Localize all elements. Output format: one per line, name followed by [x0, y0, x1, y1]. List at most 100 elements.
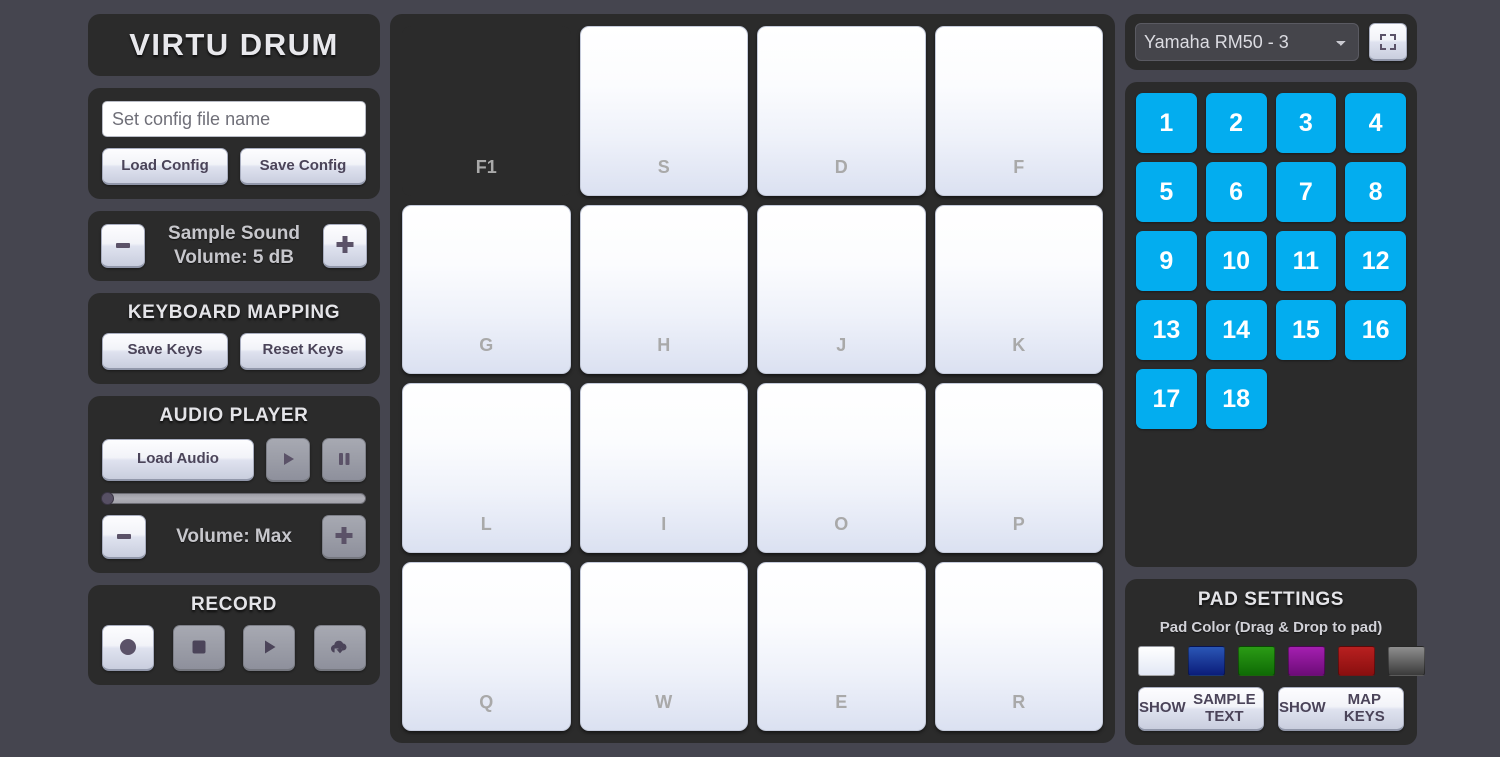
pad-settings-panel: PAD SETTINGS Pad Color (Drag & Drop to p…: [1125, 579, 1425, 745]
sample-volume-label: Sample Sound Volume: 5 dB: [153, 222, 315, 270]
sample-number-button[interactable]: 15: [1275, 300, 1337, 360]
pad-color-swatch-gray[interactable]: [1388, 646, 1425, 676]
minus-icon: [116, 243, 130, 249]
audio-volume-label: Volume: Max: [176, 525, 292, 547]
sample-volume-decrease-button[interactable]: [101, 223, 145, 268]
drum-pad-grid: F1 S D F G H J K L I O P Q W E R: [390, 14, 1115, 743]
drum-pad[interactable]: J: [757, 204, 926, 374]
play-icon: [265, 640, 276, 654]
kit-select-panel: Yamaha RM50 - 3: [1125, 14, 1417, 70]
pad-color-swatch-green[interactable]: [1238, 646, 1275, 676]
drum-pad-label: J: [836, 335, 847, 355]
keyboard-mapping-button-row: Save Keys Reset Keys: [102, 332, 366, 370]
drum-pad[interactable]: S: [579, 26, 748, 196]
fullscreen-button[interactable]: [1369, 23, 1407, 61]
show-map-keys-line-2: MAP KEYS: [1343, 690, 1385, 725]
sample-number-button[interactable]: 14: [1205, 300, 1267, 360]
pad-color-swatch-white[interactable]: [1138, 646, 1175, 676]
drum-pad[interactable]: F: [934, 26, 1103, 196]
audio-volume-increase-button[interactable]: [322, 514, 366, 559]
sample-number-button[interactable]: 1: [1136, 93, 1197, 153]
record-play-button[interactable]: [243, 624, 296, 671]
sample-number-button[interactable]: 2: [1205, 93, 1267, 153]
sample-number-button[interactable]: 6: [1205, 162, 1267, 222]
reset-keys-button[interactable]: Reset Keys: [240, 332, 366, 370]
drum-pad-label: E: [835, 692, 848, 712]
drum-pad[interactable]: O: [757, 383, 926, 553]
pad-settings-subheading: Pad Color (Drag & Drop to pad): [1159, 619, 1383, 636]
sample-number-button[interactable]: 7: [1275, 162, 1337, 222]
drum-pad[interactable]: W: [579, 561, 748, 731]
pause-icon: [339, 453, 350, 465]
sample-number-button[interactable]: 3: [1275, 93, 1337, 153]
record-start-button[interactable]: [102, 624, 154, 671]
sample-volume-line-2: Volume: 5 dB: [174, 246, 294, 268]
stop-square-icon: [192, 640, 206, 654]
drum-pad-label: P: [1012, 513, 1025, 534]
audio-progress-slider[interactable]: [101, 491, 366, 505]
drum-pad[interactable]: I: [579, 383, 748, 553]
keyboard-mapping-panel: KEYBOARD MAPPING Save Keys Reset Keys: [88, 292, 380, 384]
pad-color-swatch-purple[interactable]: [1288, 646, 1325, 676]
drum-pad-label: W: [655, 692, 673, 712]
pad-color-swatch-red[interactable]: [1338, 646, 1375, 676]
sample-number-button[interactable]: 18: [1205, 369, 1267, 429]
right-sidebar: Yamaha RM50 - 3 1 2 3 4 5 6 7 8 9 10 11 12 13 14 15 16 1…: [1125, 14, 1425, 745]
sample-number-button[interactable]: 16: [1345, 300, 1406, 360]
plus-icon: [336, 236, 354, 254]
record-download-button[interactable]: [313, 624, 366, 671]
load-config-button[interactable]: Load Config: [102, 148, 228, 185]
record-circle-icon: [120, 639, 136, 655]
sample-number-button[interactable]: 5: [1136, 162, 1197, 222]
audio-transport-row: Load Audio: [102, 437, 366, 482]
pad-color-swatch-row: [1138, 644, 1425, 679]
drum-pad-label: L: [480, 513, 492, 534]
left-sidebar: VIRTU DRUM Load Config Save Config Sampl…: [88, 14, 380, 685]
sample-number-button[interactable]: 11: [1275, 231, 1337, 291]
audio-pause-button[interactable]: [322, 437, 366, 482]
save-config-button[interactable]: Save Config: [240, 148, 366, 185]
drum-pad[interactable]: Q: [402, 561, 571, 731]
drum-pad-label: F: [1013, 156, 1025, 177]
drum-pad[interactable]: K: [934, 204, 1103, 374]
drum-pad[interactable]: H: [579, 204, 748, 374]
drum-pad[interactable]: P: [934, 383, 1103, 553]
record-stop-button[interactable]: [172, 624, 225, 671]
kit-select-dropdown[interactable]: Yamaha RM50 - 3: [1135, 23, 1359, 61]
sample-number-button[interactable]: 17: [1136, 369, 1197, 429]
drum-pad[interactable]: G: [402, 204, 571, 374]
sample-number-button[interactable]: 4: [1345, 93, 1406, 153]
drum-pad-label: O: [834, 513, 849, 534]
show-sample-text-button[interactable]: SHOW SAMPLE TEXT: [1138, 687, 1264, 731]
show-sample-text-line-2: SAMPLE TEXT: [1193, 690, 1256, 725]
drum-pad-label: Q: [479, 692, 494, 712]
app-root: VIRTU DRUM Load Config Save Config Sampl…: [0, 0, 1500, 757]
save-keys-button[interactable]: Save Keys: [102, 332, 228, 370]
pad-color-swatch-blue[interactable]: [1188, 646, 1225, 676]
keyboard-mapping-heading: KEYBOARD MAPPING: [127, 301, 341, 323]
audio-progress-thumb[interactable]: [101, 491, 114, 505]
sample-number-button[interactable]: 10: [1205, 231, 1267, 291]
sample-number-button[interactable]: 9: [1136, 231, 1197, 291]
drum-pad-label: K: [1012, 335, 1026, 355]
drum-pad-label: F1: [475, 156, 497, 177]
drum-pad[interactable]: L: [402, 383, 571, 553]
drum-pad[interactable]: R: [934, 561, 1103, 731]
config-file-name-input[interactable]: [102, 101, 366, 137]
audio-play-button[interactable]: [266, 437, 310, 482]
sample-number-button[interactable]: 12: [1345, 231, 1406, 291]
sample-number-button[interactable]: 13: [1136, 300, 1197, 360]
drum-pad[interactable]: E: [757, 561, 926, 731]
sample-number-button[interactable]: 8: [1345, 162, 1406, 222]
drum-pad[interactable]: D: [757, 26, 926, 196]
plus-icon: [335, 527, 353, 544]
show-map-keys-button[interactable]: SHOW MAP KEYS: [1278, 687, 1404, 731]
audio-volume-decrease-button[interactable]: [102, 514, 146, 559]
drum-pad-label: D: [834, 156, 848, 177]
show-map-keys-line-1: SHOW: [1279, 699, 1326, 717]
drum-pad-label: H: [657, 335, 671, 355]
load-audio-button[interactable]: Load Audio: [102, 438, 254, 481]
drum-pad[interactable]: F1: [402, 26, 571, 196]
minus-icon: [117, 534, 131, 539]
sample-volume-increase-button[interactable]: [323, 223, 367, 268]
